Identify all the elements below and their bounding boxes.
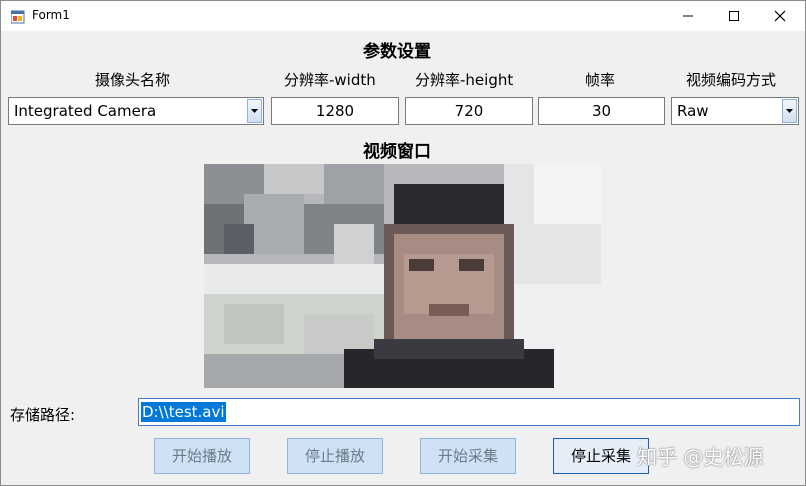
main-window: Form1 参数设置 摄像头名称 分辨率-width 分辨率-height 帧率…	[0, 0, 806, 486]
watermark: 知乎 @史松源	[637, 445, 764, 469]
form-icon	[10, 9, 25, 24]
settings-heading: 参数设置	[363, 42, 431, 62]
codec-dropdown-button[interactable]	[782, 99, 797, 123]
camera-name-label: 摄像头名称	[95, 71, 171, 89]
storage-path-value: D:\\test.avi	[141, 402, 226, 422]
height-input[interactable]: 720	[405, 97, 533, 125]
width-label: 分辨率-width	[284, 71, 376, 89]
camera-select-value: Integrated Camera	[14, 102, 157, 120]
fps-label: 帧率	[585, 71, 616, 89]
maximize-icon	[729, 11, 739, 21]
video-preview	[204, 164, 601, 388]
camera-dropdown-button[interactable]	[247, 99, 262, 123]
storage-path-input[interactable]: D:\\test.avi	[138, 398, 800, 426]
width-input[interactable]: 1280	[271, 97, 399, 125]
codec-label: 视频编码方式	[686, 71, 777, 89]
codec-select-value: Raw	[677, 102, 709, 120]
start-play-button[interactable]: 开始播放	[154, 438, 250, 474]
stop-play-button[interactable]: 停止播放	[287, 438, 383, 474]
camera-feed-image	[204, 164, 601, 388]
window-title: Form1	[32, 8, 70, 22]
height-label: 分辨率-height	[415, 71, 514, 89]
close-button[interactable]	[757, 1, 803, 31]
codec-select[interactable]: Raw	[671, 97, 799, 125]
start-capture-button[interactable]: 开始采集	[420, 438, 516, 474]
stop-capture-button[interactable]: 停止采集	[553, 438, 649, 474]
minimize-button[interactable]	[665, 1, 711, 31]
minimize-icon	[683, 15, 693, 17]
maximize-button[interactable]	[711, 1, 757, 31]
camera-select[interactable]: Integrated Camera	[8, 97, 264, 125]
video-heading: 视频窗口	[363, 142, 431, 162]
chevron-down-icon	[786, 109, 793, 113]
storage-path-label: 存储路径:	[10, 406, 76, 424]
close-icon	[774, 10, 786, 22]
chevron-down-icon	[251, 109, 258, 113]
fps-input[interactable]: 30	[538, 97, 665, 125]
title-bar[interactable]: Form1	[1, 1, 805, 31]
